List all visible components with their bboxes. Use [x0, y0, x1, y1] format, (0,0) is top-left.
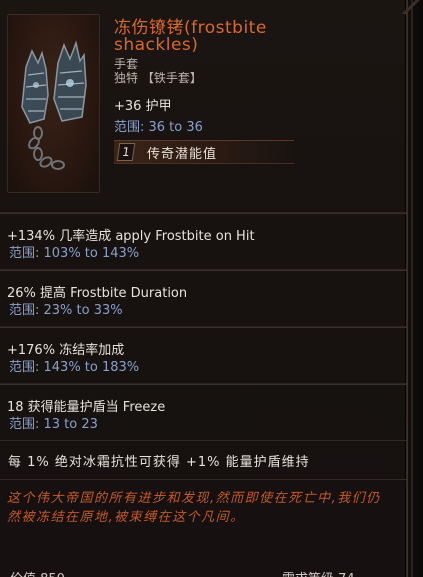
- window-edge: [408, 0, 423, 577]
- unique-effect-text: 每 1% 绝对冰霜抗性可获得 +1% 能量护盾维持: [8, 455, 310, 470]
- iron-gauntlets-with-chain-icon: [21, 40, 87, 170]
- item-portrait: [7, 14, 100, 193]
- affix-block: 26% 提高 Frostbite Duration 范围: 23% to 33%: [0, 269, 406, 326]
- frame-corner: [401, 0, 423, 14]
- divider: [0, 479, 406, 480]
- affix-block: +134% 几率造成 apply Frostbite on Hit 范围: 10…: [0, 212, 406, 269]
- item-name: 冻伤镣铐(frostbite shackles): [114, 18, 267, 55]
- affix-range: 范围: 103% to 143%: [9, 246, 140, 261]
- affix-range: 范围: 143% to 183%: [9, 360, 140, 375]
- item-tooltip: 冻伤镣铐(frostbite shackles) 手套 独特 【铁手套】 +36…: [0, 0, 408, 577]
- affix-range: 范围: 23% to 33%: [9, 303, 123, 318]
- affix-block: +176% 冻结率加成 范围: 143% to 183%: [0, 326, 406, 383]
- affix-block: 18 获得能量护盾当 Freeze 范围: 13 to 23: [0, 383, 406, 440]
- tooltip-footer: 价值 850 需求等级 74: [0, 566, 406, 577]
- item-value: 价值 850: [10, 568, 65, 577]
- flavor-text: 这个伟大帝国的所有进步和发现,然而即使在死亡中,我们仍然被冻结在原地,被束缚在这…: [7, 491, 381, 525]
- level-requirement: 需求等级 74: [282, 568, 355, 577]
- legendary-potential-count: 1: [116, 143, 136, 161]
- legendary-potential-bar: 1 传奇潜能值: [114, 140, 294, 164]
- legendary-potential-label: 传奇潜能值: [147, 147, 218, 162]
- divider: [0, 440, 406, 441]
- item-rarity-base: 独特 【铁手套】: [114, 71, 202, 85]
- base-armor-range: 范围: 36 to 36: [114, 120, 203, 135]
- base-armor-stat: +36 护甲: [114, 99, 172, 114]
- affix-range: 范围: 13 to 23: [9, 417, 98, 432]
